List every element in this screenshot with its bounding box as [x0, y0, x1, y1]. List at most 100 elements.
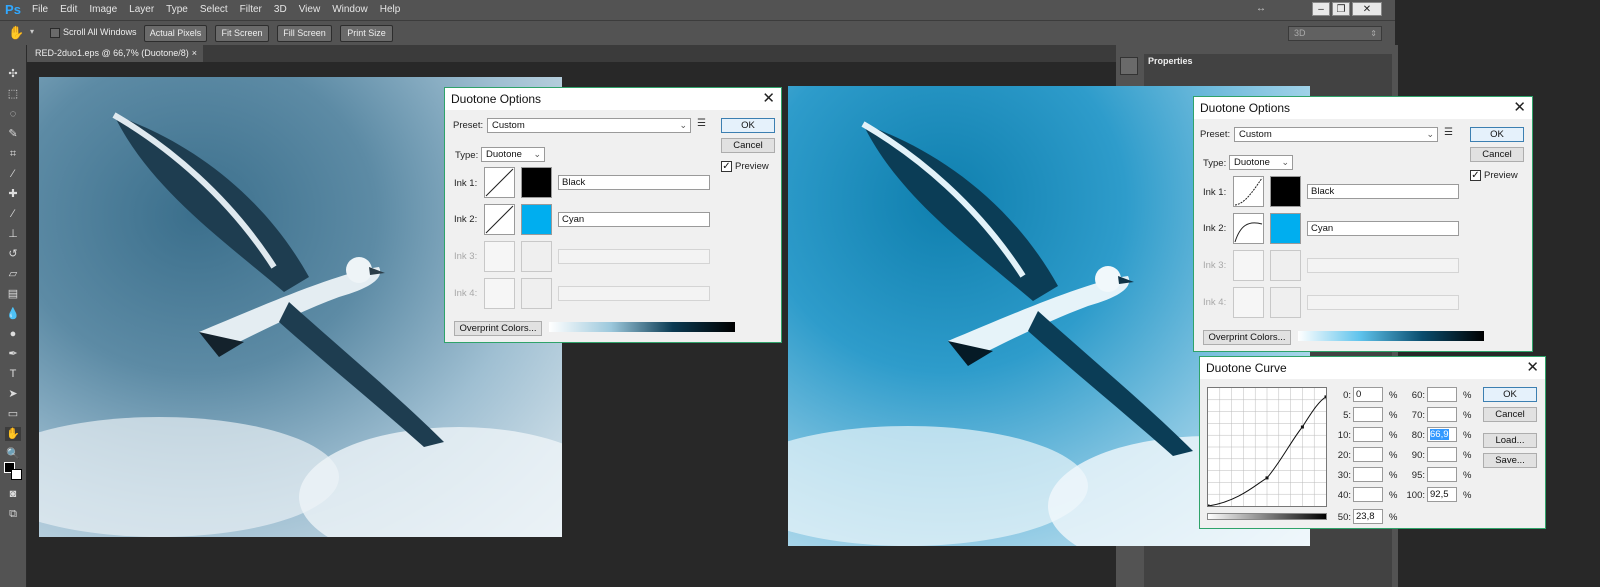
eraser-tool-icon[interactable]: ▱ [5, 267, 21, 281]
brush-tool-icon[interactable]: ∕ [5, 207, 21, 221]
close-icon[interactable]: ✕ [1526, 357, 1539, 379]
shape-tool-icon[interactable]: ▭ [5, 407, 21, 421]
curve-input-60[interactable] [1427, 387, 1457, 402]
curve-input-40[interactable] [1353, 487, 1383, 502]
cancel-button[interactable]: Cancel [1470, 147, 1524, 162]
move-tool-icon[interactable]: ✣ [5, 67, 21, 81]
ink1-curve-box[interactable] [484, 167, 515, 198]
ink1-color-swatch[interactable] [1270, 176, 1301, 207]
blur-tool-icon[interactable]: 💧 [5, 307, 21, 321]
ink1-name-field[interactable]: Black [1307, 184, 1459, 199]
quick-select-tool-icon[interactable]: ✎ [5, 127, 21, 141]
panel-icon[interactable] [1120, 57, 1138, 75]
marquee-tool-icon[interactable]: ⬚ [5, 87, 21, 101]
close-icon[interactable]: ✕ [1513, 97, 1526, 119]
zoom-tool-icon[interactable]: 🔍 [5, 447, 21, 461]
workspace-select[interactable]: 3D ⇕ [1288, 26, 1382, 41]
curve-input-70[interactable] [1427, 407, 1457, 422]
ink4-name-field [1307, 295, 1459, 310]
gradient-tool-icon[interactable]: ▤ [5, 287, 21, 301]
curve-graph[interactable] [1206, 387, 1328, 508]
ink2-name-field[interactable]: Cyan [558, 212, 710, 227]
curve-input-50[interactable]: 23,8 [1353, 509, 1383, 524]
save-button[interactable]: Save... [1483, 453, 1537, 468]
ok-button[interactable]: OK [1470, 127, 1524, 142]
dialog-title: Duotone Curve [1206, 361, 1287, 375]
close-window-button[interactable]: ✕ [1352, 2, 1382, 16]
ink2-curve-box[interactable] [1233, 213, 1264, 244]
curve-input-5[interactable] [1353, 407, 1383, 422]
curve-input-20[interactable] [1353, 447, 1383, 462]
menu-file[interactable]: File [26, 0, 54, 20]
type-select[interactable]: Duotone ⌄ [481, 147, 545, 162]
preview-checkbox[interactable]: ✓ [1470, 170, 1481, 181]
close-tab-icon[interactable]: × [192, 45, 197, 62]
menu-filter[interactable]: Filter [234, 0, 268, 20]
type-select[interactable]: Duotone ⌄ [1229, 155, 1293, 170]
ink2-curve-box[interactable] [484, 204, 515, 235]
scroll-all-checkbox[interactable] [50, 28, 60, 38]
preset-select[interactable]: Custom ⌄ [487, 118, 691, 133]
eyedropper-tool-icon[interactable]: ⁄ [5, 167, 21, 181]
preset-options-icon[interactable]: ☰ [1444, 127, 1453, 138]
menu-3d[interactable]: 3D [268, 0, 293, 20]
menu-edit[interactable]: Edit [54, 0, 83, 20]
path-select-icon[interactable]: ➤ [5, 387, 21, 401]
document-tab[interactable]: RED-2duo1.eps @ 66,7% (Duotone/8) × [27, 45, 203, 62]
restore-button[interactable]: ❐ [1332, 2, 1350, 16]
minimize-button[interactable]: ‒ [1312, 2, 1330, 16]
cancel-button[interactable]: Cancel [1483, 407, 1537, 422]
type-tool-icon[interactable]: T [5, 367, 21, 381]
overprint-colors-button[interactable]: Overprint Colors... [454, 321, 542, 336]
load-button[interactable]: Load... [1483, 433, 1537, 448]
fill-screen-button[interactable]: Fill Screen [277, 25, 332, 42]
preview-checkbox[interactable]: ✓ [721, 161, 732, 172]
ink2-color-swatch[interactable] [1270, 213, 1301, 244]
menu-help[interactable]: Help [374, 0, 407, 20]
curve-input-90[interactable] [1427, 447, 1457, 462]
preview-label: Preview [1484, 170, 1518, 181]
dodge-tool-icon[interactable]: ● [5, 327, 21, 341]
curve-input-80[interactable]: 66,9 [1427, 427, 1457, 442]
properties-panel-tab[interactable]: Properties [1144, 54, 1392, 68]
menu-select[interactable]: Select [194, 0, 234, 20]
curve-input-100[interactable]: 92,5 [1427, 487, 1457, 502]
curve-input-0[interactable]: 0 [1353, 387, 1383, 402]
healing-brush-icon[interactable]: ✚ [5, 187, 21, 201]
overprint-colors-button[interactable]: Overprint Colors... [1203, 330, 1291, 345]
actual-pixels-button[interactable]: Actual Pixels [144, 25, 207, 42]
ink1-name-field[interactable]: Black [558, 175, 710, 190]
menu-type[interactable]: Type [160, 0, 194, 20]
ink2-name-field[interactable]: Cyan [1307, 221, 1459, 236]
stamp-tool-icon[interactable]: ⊥ [5, 227, 21, 241]
crop-tool-icon[interactable]: ⌗ [5, 147, 21, 161]
ink1-curve-box[interactable] [1233, 176, 1264, 207]
percent-label: % [1389, 470, 1398, 481]
pen-tool-icon[interactable]: ✒ [5, 347, 21, 361]
fit-screen-button[interactable]: Fit Screen [215, 25, 269, 42]
ok-button[interactable]: OK [721, 118, 775, 133]
cancel-button[interactable]: Cancel [721, 138, 775, 153]
ok-button[interactable]: OK [1483, 387, 1537, 402]
preset-select[interactable]: Custom ⌄ [1234, 127, 1438, 142]
menu-image[interactable]: Image [83, 0, 123, 20]
close-icon[interactable]: ✕ [762, 88, 775, 110]
print-size-button[interactable]: Print Size [340, 25, 393, 42]
history-brush-icon[interactable]: ↺ [5, 247, 21, 261]
lasso-tool-icon[interactable]: ◌ [5, 107, 21, 121]
background-color-swatch[interactable] [11, 469, 22, 480]
chevron-down-icon[interactable]: ▾ [30, 27, 34, 36]
curve-input-30[interactable] [1353, 467, 1383, 482]
screen-mode-icon[interactable]: ⧉ [5, 507, 21, 521]
curve-input-95[interactable] [1427, 467, 1457, 482]
menu-view[interactable]: View [293, 0, 327, 20]
ink1-color-swatch[interactable] [521, 167, 552, 198]
ink2-color-swatch[interactable] [521, 204, 552, 235]
menu-window[interactable]: Window [326, 0, 374, 20]
menu-layer[interactable]: Layer [123, 0, 160, 20]
curve-input-10[interactable] [1353, 427, 1383, 442]
hand-tool-icon[interactable]: ✋ [8, 25, 24, 41]
preset-options-icon[interactable]: ☰ [697, 118, 706, 129]
quick-mask-icon[interactable]: ◙ [5, 487, 21, 501]
hand-tool-icon[interactable]: ✋ [5, 427, 21, 441]
